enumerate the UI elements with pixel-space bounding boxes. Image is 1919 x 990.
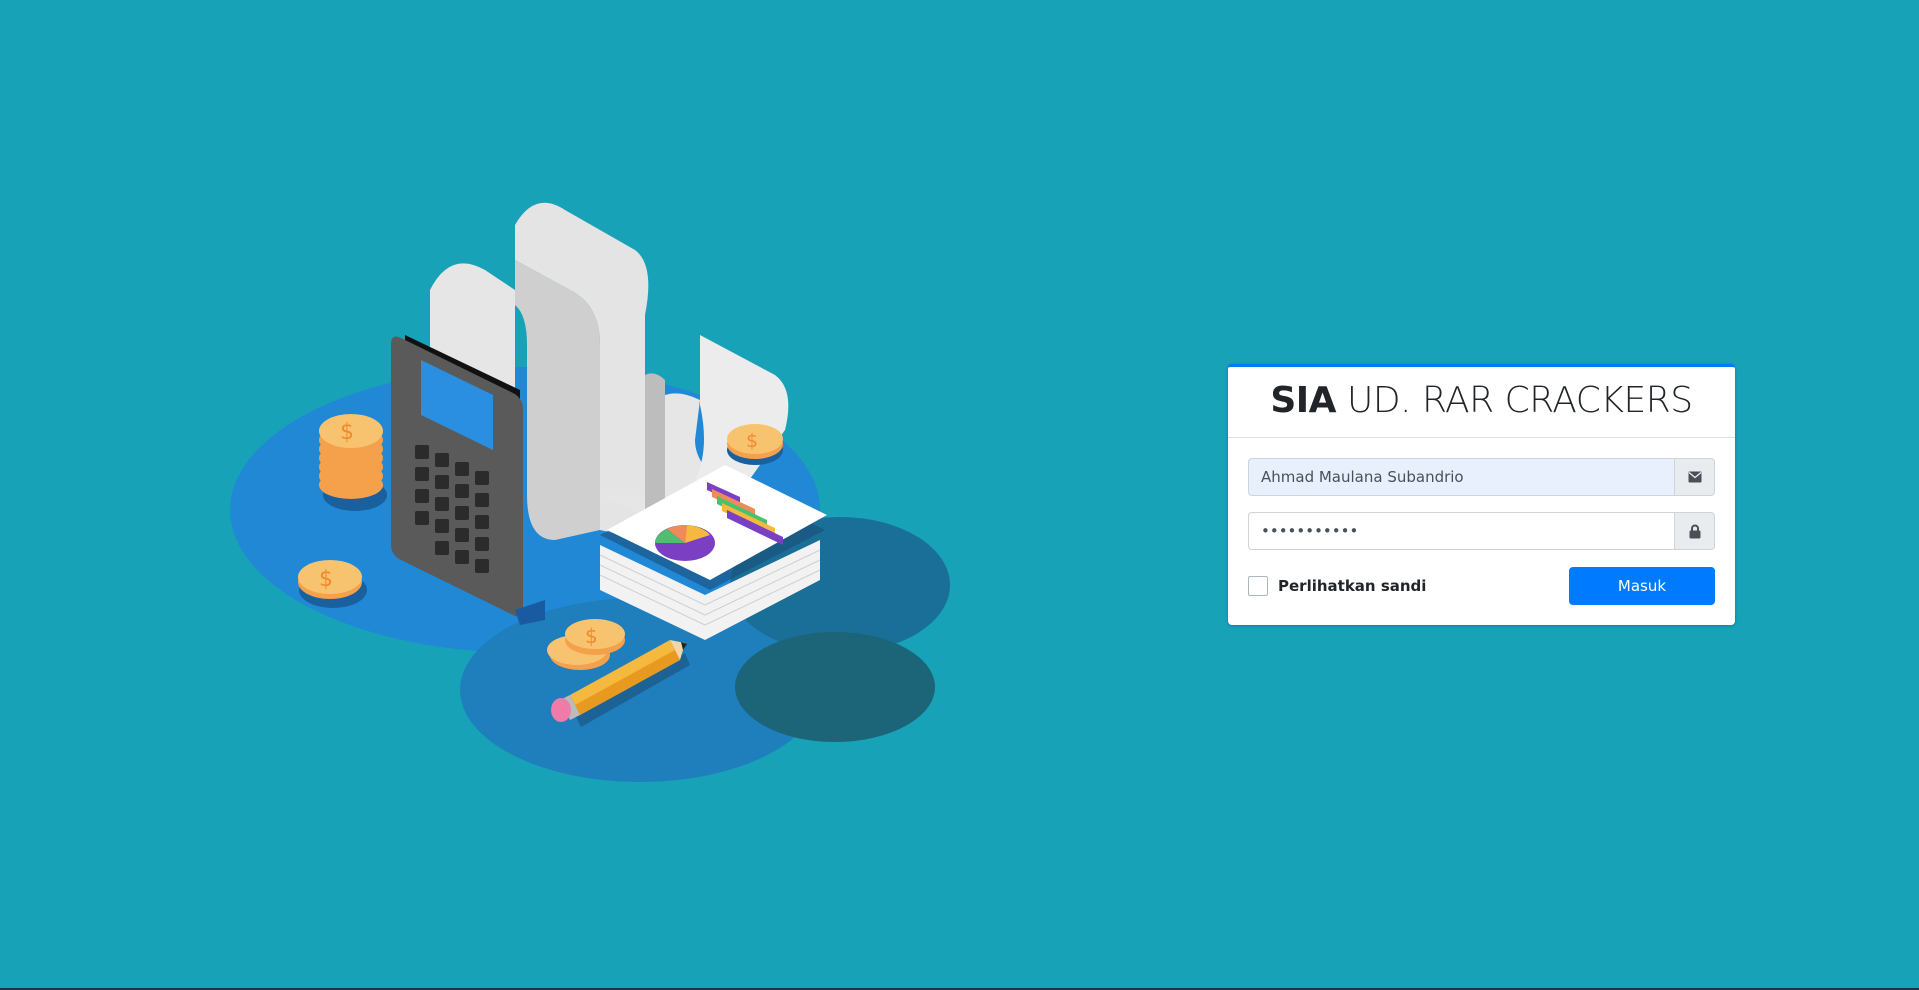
- username-addon: [1674, 458, 1715, 496]
- login-footer: Perlihatkan sandi Masuk: [1248, 566, 1715, 605]
- login-card: SIA UD. RAR CRACKERS Pe: [1228, 364, 1735, 625]
- lock-icon: [1689, 524, 1700, 538]
- show-password-checkbox[interactable]: [1248, 575, 1268, 596]
- brand-rest: UD. RAR CRACKERS: [1336, 380, 1693, 421]
- envelope-icon: [1688, 471, 1701, 483]
- brand-bold: SIA: [1270, 380, 1337, 421]
- username-group: [1248, 458, 1715, 496]
- login-button[interactable]: Masuk: [1569, 567, 1715, 605]
- login-body: Perlihatkan sandi Masuk: [1228, 438, 1735, 605]
- blob-right-low: [735, 632, 935, 742]
- coin-top-right: $: [727, 424, 783, 465]
- coin-stack: $: [319, 414, 387, 511]
- svg-text:$: $: [340, 420, 354, 445]
- password-input[interactable]: [1248, 512, 1674, 550]
- password-group: [1248, 512, 1715, 550]
- svg-text:$: $: [319, 567, 333, 592]
- brand-logo[interactable]: SIA UD. RAR CRACKERS: [1228, 379, 1735, 423]
- svg-text:$: $: [585, 624, 598, 648]
- login-header: SIA UD. RAR CRACKERS: [1228, 367, 1735, 438]
- username-input[interactable]: [1248, 458, 1674, 496]
- show-password-label: Perlihatkan sandi: [1278, 576, 1427, 595]
- accounting-illustration: $ $ $ $: [230, 202, 950, 782]
- svg-text:$: $: [746, 430, 758, 452]
- show-password-toggle[interactable]: Perlihatkan sandi: [1248, 575, 1427, 596]
- password-addon: [1674, 512, 1715, 550]
